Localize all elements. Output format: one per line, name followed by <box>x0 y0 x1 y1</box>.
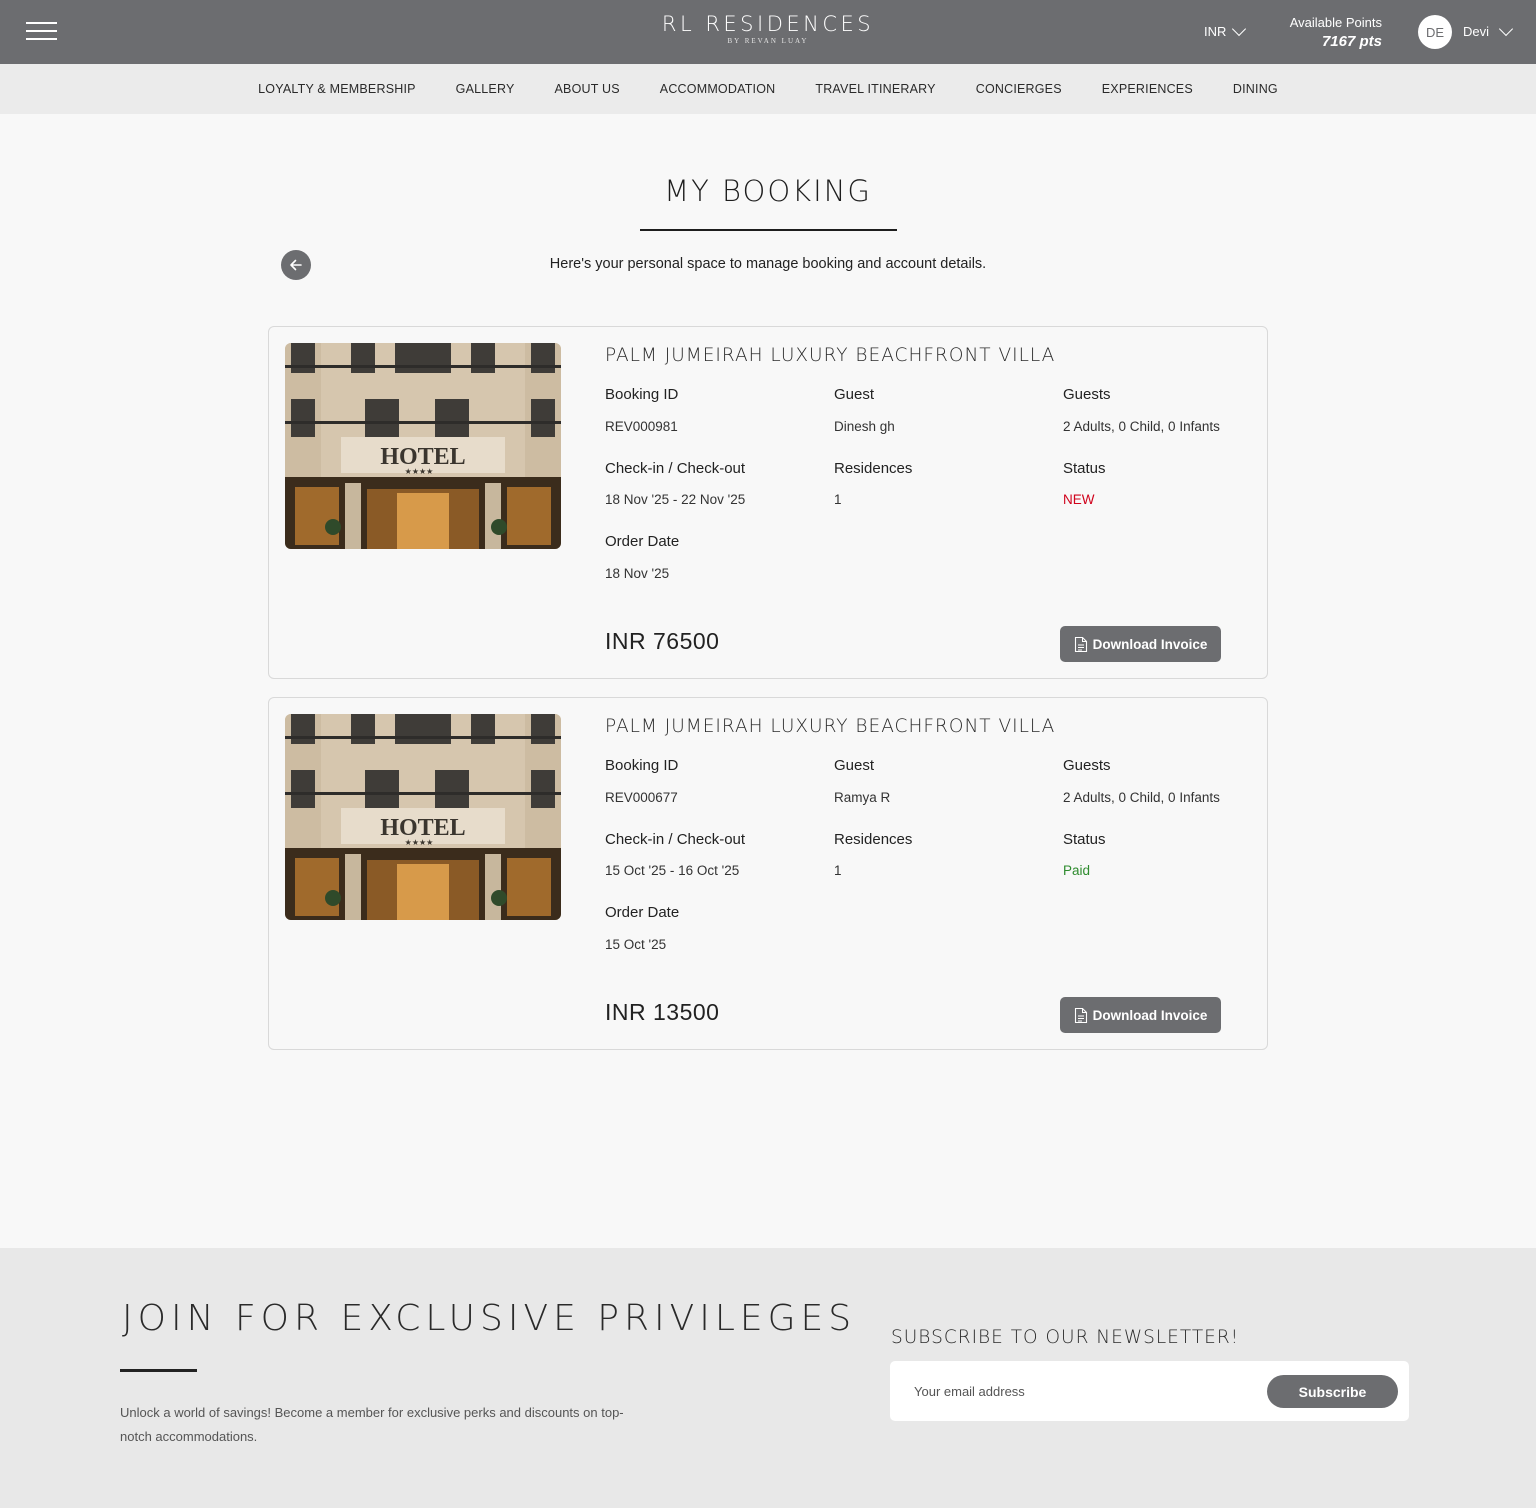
checkin-value: 18 Nov '25 - 22 Nov '25 <box>605 492 746 507</box>
download-invoice-label: Download Invoice <box>1092 1007 1208 1023</box>
residences-value: 1 <box>834 863 842 878</box>
nav-item-travel-itinerary[interactable]: TRAVEL ITINERARY <box>815 82 935 96</box>
brand-name: RL RESIDENCES <box>661 12 875 36</box>
nav-item-about-us[interactable]: ABOUT US <box>555 82 620 96</box>
nav-item-loyalty[interactable]: LOYALTY & MEMBERSHIP <box>258 82 416 96</box>
title-underline <box>640 229 897 231</box>
newsletter-title: SUBSCRIBE TO OUR NEWSLETTER! <box>891 1327 1240 1348</box>
checkin-value: 15 Oct '25 - 16 Oct '25 <box>605 863 740 878</box>
download-invoice-label: Download Invoice <box>1092 636 1208 652</box>
hotel-image: HOTEL ★★★★ <box>285 343 561 549</box>
villa-title: PALM JUMEIRAH LUXURY BEACHFRONT VILLA <box>605 716 1056 737</box>
residences-label: Residences <box>834 460 913 477</box>
nav-item-gallery[interactable]: GALLERY <box>456 82 515 96</box>
avatar[interactable]: DE <box>1418 15 1452 49</box>
brand-tagline: BY REVAN LUAY <box>727 37 809 45</box>
brand-logo[interactable]: RL RESIDENCES BY REVAN LUAY <box>600 12 936 45</box>
join-description: Unlock a world of savings! Become a memb… <box>120 1405 624 1444</box>
menu-icon[interactable] <box>26 22 57 42</box>
chevron-down-icon <box>1232 21 1247 36</box>
booking-card: HOTEL ★★★★ PALM JUMEIRAH LUXURY BEACHFRO… <box>268 326 1268 679</box>
download-invoice-button[interactable]: Download Invoice <box>1060 626 1221 662</box>
checkin-label: Check-in / Check-out <box>605 460 746 477</box>
status-value: NEW <box>1063 492 1095 507</box>
guests-label: Guests <box>1063 386 1111 403</box>
currency-label: INR <box>1204 24 1227 39</box>
nav-item-accommodation[interactable]: ACCOMMODATION <box>660 82 776 96</box>
order-date-label: Order Date <box>605 904 680 921</box>
status-label: Status <box>1063 460 1106 477</box>
nav-item-dining[interactable]: DINING <box>1233 82 1278 96</box>
download-invoice-button[interactable]: Download Invoice <box>1060 997 1221 1033</box>
order-date-value: 18 Nov '25 <box>605 566 670 581</box>
guest-label: Guest <box>834 757 875 774</box>
user-menu[interactable]: Devi <box>1463 21 1514 39</box>
guest-value: Ramya R <box>834 790 891 805</box>
booking-price: INR 76500 <box>605 628 720 654</box>
document-icon <box>1074 636 1087 652</box>
booking-price: INR 13500 <box>605 999 720 1025</box>
booking-card: HOTEL ★★★★ PALM JUMEIRAH LUXURY BEACHFRO… <box>268 697 1268 1050</box>
page-subtitle: Here's your personal space to manage boo… <box>549 256 987 272</box>
guests-value: 2 Adults, 0 Child, 0 Infants <box>1063 419 1220 434</box>
hotel-image: HOTEL ★★★★ <box>285 714 561 920</box>
top-header: RL RESIDENCES BY REVAN LUAY INR Availabl… <box>0 0 1536 64</box>
checkin-label: Check-in / Check-out <box>605 831 746 848</box>
guest-value: Dinesh gh <box>834 419 895 434</box>
order-date-value: 15 Oct '25 <box>605 937 667 952</box>
currency-selector[interactable]: INR <box>1204 21 1247 39</box>
points-label: Available Points <box>1289 15 1382 30</box>
page-title: MY BOOKING <box>664 174 872 208</box>
booking-id-label: Booking ID <box>605 386 679 403</box>
residences-label: Residences <box>834 831 913 848</box>
points-value: 7167 pts <box>1321 33 1382 50</box>
newsletter-form: Subscribe <box>890 1361 1409 1421</box>
nav-item-concierges[interactable]: CONCIERGES <box>976 82 1062 96</box>
user-name: Devi <box>1463 24 1490 39</box>
hotel-sign-stars: ★★★★ <box>405 838 434 847</box>
footer: JOIN FOR EXCLUSIVE PRIVILEGES Unlock a w… <box>0 1248 1536 1508</box>
email-field[interactable] <box>914 1377 1244 1405</box>
guests-value: 2 Adults, 0 Child, 0 Infants <box>1063 790 1220 805</box>
status-label: Status <box>1063 831 1106 848</box>
main-nav: LOYALTY & MEMBERSHIP GALLERY ABOUT US AC… <box>0 64 1536 114</box>
booking-id-label: Booking ID <box>605 757 679 774</box>
chevron-down-icon <box>1498 21 1514 36</box>
status-value: Paid <box>1063 863 1091 878</box>
join-underline <box>120 1369 197 1372</box>
points-display: Available Points 7167 pts <box>1290 15 1382 50</box>
booking-id-value: REV000981 <box>605 419 678 434</box>
booking-id-value: REV000677 <box>605 790 678 805</box>
nav-item-experiences[interactable]: EXPERIENCES <box>1102 82 1193 96</box>
hotel-sign-stars: ★★★★ <box>405 467 434 476</box>
join-title: JOIN FOR EXCLUSIVE PRIVILEGES <box>122 1298 857 1339</box>
villa-title: PALM JUMEIRAH LUXURY BEACHFRONT VILLA <box>605 345 1056 366</box>
guests-label: Guests <box>1063 757 1111 774</box>
subscribe-button[interactable]: Subscribe <box>1267 1375 1398 1408</box>
residences-value: 1 <box>834 492 842 507</box>
document-icon <box>1074 1007 1087 1023</box>
order-date-label: Order Date <box>605 533 680 550</box>
guest-label: Guest <box>834 386 875 403</box>
